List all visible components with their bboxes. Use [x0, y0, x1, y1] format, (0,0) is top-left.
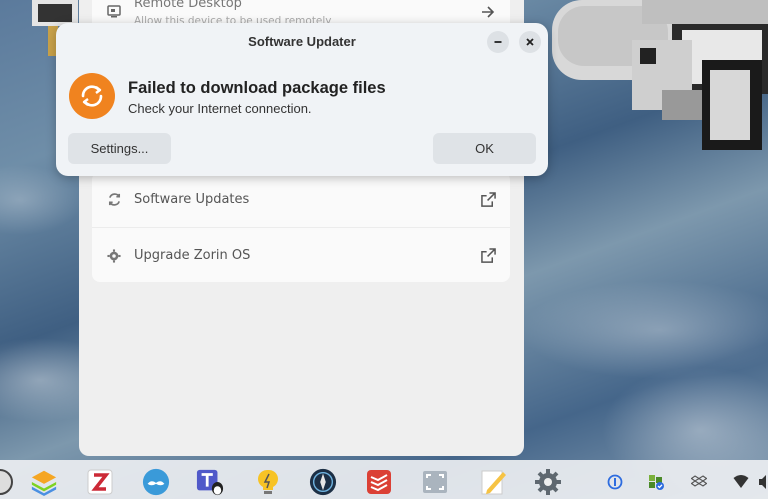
- layers-app-icon[interactable]: [30, 468, 58, 496]
- sync-tray-icon[interactable]: [647, 473, 665, 491]
- screenshot-app-icon[interactable]: [421, 468, 449, 496]
- software-updates-row[interactable]: Software Updates: [92, 172, 510, 227]
- software-updates-label: Software Updates: [134, 192, 250, 207]
- software-updater-dialog: Software Updater Failed to download pack…: [56, 23, 548, 176]
- text-editor-app-icon[interactable]: [479, 468, 507, 496]
- error-message: Check your Internet connection.: [128, 101, 312, 116]
- external-link-icon: [480, 248, 496, 264]
- error-heading: Failed to download package files: [128, 79, 386, 97]
- upgrade-zorin-label: Upgrade Zorin OS: [134, 248, 251, 263]
- remote-desktop-label: Remote Desktop: [134, 0, 242, 11]
- settings-app-icon[interactable]: [534, 468, 562, 496]
- upgrade-zorin-row[interactable]: Upgrade Zorin OS: [92, 227, 510, 283]
- volume-tray-icon[interactable]: [756, 473, 768, 491]
- remote-desktop-icon: [106, 4, 122, 20]
- dialog-title: Software Updater: [248, 34, 356, 49]
- partial-app-icon[interactable]: [0, 468, 14, 496]
- todoist-app-icon[interactable]: [365, 468, 393, 496]
- taskbar: [0, 460, 768, 499]
- settings-button[interactable]: Settings...: [68, 133, 171, 164]
- ok-button[interactable]: OK: [433, 133, 536, 164]
- zotero-app-icon[interactable]: [86, 468, 114, 496]
- password-manager-tray-icon[interactable]: [606, 473, 624, 491]
- teams-linux-app-icon[interactable]: [196, 468, 224, 496]
- lightbulb-app-icon[interactable]: [254, 468, 282, 496]
- mustache-app-icon[interactable]: [142, 468, 170, 496]
- close-icon: [526, 38, 534, 46]
- updates-card: Software Updates Upgrade Zorin OS: [92, 172, 510, 282]
- software-updater-icon: [69, 73, 115, 119]
- wifi-tray-icon[interactable]: [732, 473, 750, 491]
- gear-icon: [106, 248, 122, 264]
- minimize-button[interactable]: [487, 31, 509, 53]
- wallpaper-space-station: [552, 0, 768, 150]
- close-button[interactable]: [519, 31, 541, 53]
- compass-app-icon[interactable]: [309, 468, 337, 496]
- external-link-icon: [480, 192, 496, 208]
- dropbox-tray-icon[interactable]: [690, 473, 708, 491]
- arrow-right-icon: [480, 4, 496, 20]
- refresh-icon: [106, 192, 122, 208]
